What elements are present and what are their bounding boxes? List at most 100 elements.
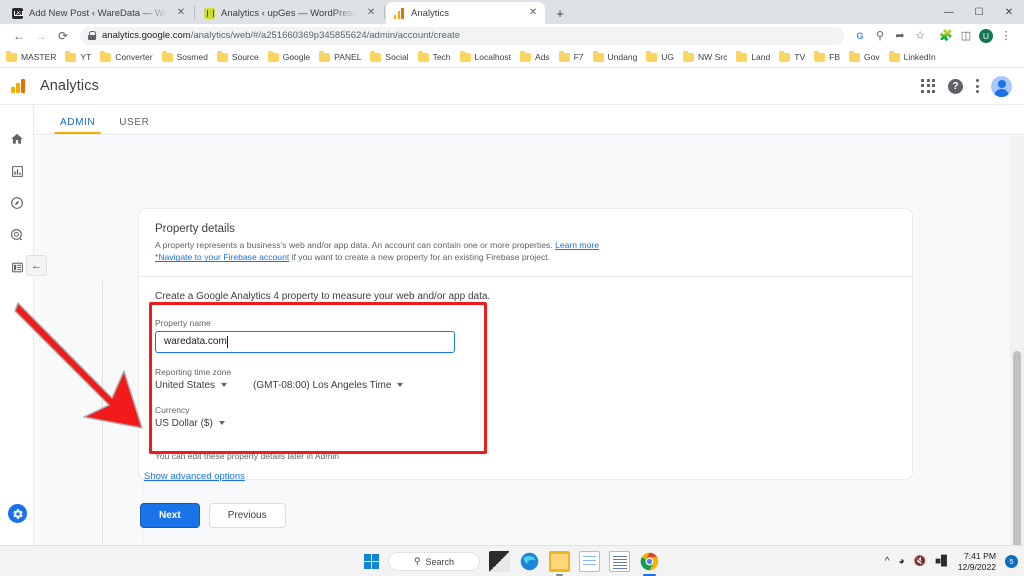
avatar[interactable]: U xyxy=(976,26,996,46)
bookmark-item[interactable]: Tech xyxy=(418,52,451,62)
apps-grid-icon[interactable] xyxy=(921,79,936,94)
google-analytics-app: Analytics ? xyxy=(0,68,1024,545)
chevron-down-icon xyxy=(221,383,227,387)
browser-tab-active[interactable]: Analytics ✕ xyxy=(386,2,545,24)
bookmark-item[interactable]: Undang xyxy=(593,52,638,62)
back-icon[interactable]: ← xyxy=(8,25,30,47)
folder-icon xyxy=(370,53,381,62)
bookmark-item[interactable]: Converter xyxy=(100,52,152,62)
app-doc-icon[interactable] xyxy=(579,551,600,572)
admin-gear-button[interactable] xyxy=(8,504,27,523)
system-tray: ^ ◕ 🔇 ■▊ 7:41 PM 12/9/2022 5 xyxy=(885,546,1018,576)
avatar[interactable] xyxy=(991,76,1012,97)
extensions-puzzle-icon[interactable]: 🧩 xyxy=(936,26,956,46)
file-explorer-icon[interactable] xyxy=(549,551,570,572)
bookmark-item[interactable]: LinkedIn xyxy=(889,52,936,62)
wifi-icon[interactable]: ◕ xyxy=(899,556,905,567)
tab-title: Analytics xyxy=(411,8,449,19)
folder-icon xyxy=(889,53,900,62)
browser-tab[interactable]: Add New Post ‹ WareData — Wo ✕ xyxy=(4,2,193,24)
chrome-icon[interactable] xyxy=(639,551,660,572)
folder-icon xyxy=(268,53,279,62)
currency-label: Currency xyxy=(155,405,896,415)
notification-badge[interactable]: 5 xyxy=(1005,555,1018,568)
scrollbar-track[interactable] xyxy=(1010,136,1024,576)
card-desc-part1: A property represents a business's web a… xyxy=(155,240,553,250)
folder-icon xyxy=(779,53,790,62)
bookmark-item[interactable]: TV xyxy=(779,52,805,62)
sidebar-item-explore[interactable] xyxy=(0,187,34,219)
show-advanced-options-link[interactable]: Show advanced options xyxy=(144,471,245,482)
sidebar-item-advertising[interactable] xyxy=(0,219,34,251)
task-view-icon[interactable] xyxy=(489,551,510,572)
bookmark-item[interactable]: F7 xyxy=(559,52,584,62)
bookmark-item[interactable]: MASTER xyxy=(6,52,56,62)
next-button[interactable]: Next xyxy=(140,503,200,528)
collapse-panel-button[interactable]: ← xyxy=(26,255,47,276)
tab-user[interactable]: USER xyxy=(107,117,161,134)
help-icon[interactable]: ? xyxy=(948,79,963,94)
bookmark-item[interactable]: Gov xyxy=(849,52,880,62)
bookmark-item[interactable]: NW Src xyxy=(683,52,727,62)
tab-admin[interactable]: ADMIN xyxy=(48,117,107,134)
windows-start-icon[interactable] xyxy=(364,554,379,569)
maximize-button[interactable]: ☐ xyxy=(964,0,994,24)
folder-icon xyxy=(736,53,747,62)
google-g-icon[interactable]: G xyxy=(850,26,870,46)
new-tab-button[interactable]: + xyxy=(549,2,571,24)
reload-icon[interactable]: ⟳ xyxy=(52,25,74,47)
bookmark-item[interactable]: Social xyxy=(370,52,408,62)
kebab-menu-icon[interactable] xyxy=(975,79,979,93)
battery-icon[interactable]: ■▊ xyxy=(935,556,949,567)
bookmark-label: MASTER xyxy=(21,52,56,62)
sidebar-item-home[interactable] xyxy=(0,123,34,155)
bookmark-label: UG xyxy=(661,52,674,62)
app-sheet-icon[interactable] xyxy=(609,551,630,572)
bookmark-star-icon[interactable]: ☆ xyxy=(910,26,930,46)
close-window-button[interactable]: ✕ xyxy=(994,0,1024,24)
kebab-menu-icon[interactable]: ⋮ xyxy=(996,26,1016,46)
learn-more-link[interactable]: Learn more xyxy=(555,240,599,250)
bookmark-item[interactable]: Source xyxy=(217,52,259,62)
taskbar-search[interactable]: ⚲ Search xyxy=(388,552,480,571)
google-analytics-icon xyxy=(394,8,405,19)
currency-select[interactable]: US Dollar ($) xyxy=(155,418,896,429)
close-icon[interactable]: ✕ xyxy=(365,7,377,19)
bookmark-item[interactable]: PANEL xyxy=(319,52,361,62)
close-icon[interactable]: ✕ xyxy=(527,7,539,19)
bookmark-item[interactable]: UG xyxy=(646,52,674,62)
edge-icon[interactable] xyxy=(519,551,540,572)
address-bar[interactable]: analytics.google.com/analytics/web/#/a25… xyxy=(80,27,844,45)
sidebar-item-reports[interactable] xyxy=(0,155,34,187)
scrollbar-thumb[interactable] xyxy=(1013,351,1021,576)
bookmark-label: YT xyxy=(80,52,91,62)
bookmark-item[interactable]: Google xyxy=(268,52,310,62)
timezone-field-group: Reporting time zone United States (GMT-0… xyxy=(155,367,896,391)
volume-muted-icon[interactable]: 🔇 xyxy=(914,556,926,567)
bookmark-item[interactable]: FB xyxy=(814,52,840,62)
bookmark-label: Google xyxy=(283,52,310,62)
bookmark-item[interactable]: Land xyxy=(736,52,770,62)
timezone-country-select[interactable]: United States xyxy=(155,380,227,391)
timezone-zone-select[interactable]: (GMT-08:00) Los Angeles Time xyxy=(253,380,403,391)
bookmark-item[interactable]: YT xyxy=(65,52,91,62)
chevron-up-icon[interactable]: ^ xyxy=(885,556,890,567)
share-icon[interactable]: ➦ xyxy=(890,26,910,46)
bookmark-item[interactable]: Localhost xyxy=(460,52,511,62)
folder-icon xyxy=(849,53,860,62)
clock[interactable]: 7:41 PM 12/9/2022 xyxy=(958,551,996,572)
close-icon[interactable]: ✕ xyxy=(175,7,187,19)
bookmark-item[interactable]: Sosmed xyxy=(162,52,208,62)
search-icon[interactable]: ⚲ xyxy=(870,26,890,46)
firebase-account-link[interactable]: *Navigate to your Firebase account xyxy=(155,252,289,262)
property-name-input[interactable]: waredata.com xyxy=(155,331,455,353)
side-panel-icon[interactable]: ◫ xyxy=(956,26,976,46)
previous-button[interactable]: Previous xyxy=(209,503,286,528)
bookmark-item[interactable]: Ads xyxy=(520,52,550,62)
browser-tab[interactable]: Analytics ‹ upGes — WordPress ✕ xyxy=(196,2,383,24)
minimize-button[interactable]: — xyxy=(934,0,964,24)
timezone-zone-value: (GMT-08:00) Los Angeles Time xyxy=(253,380,391,391)
card-desc-part2: if you want to create a new property for… xyxy=(292,252,550,262)
text-caret xyxy=(227,336,228,348)
forward-icon[interactable]: → xyxy=(30,25,52,47)
